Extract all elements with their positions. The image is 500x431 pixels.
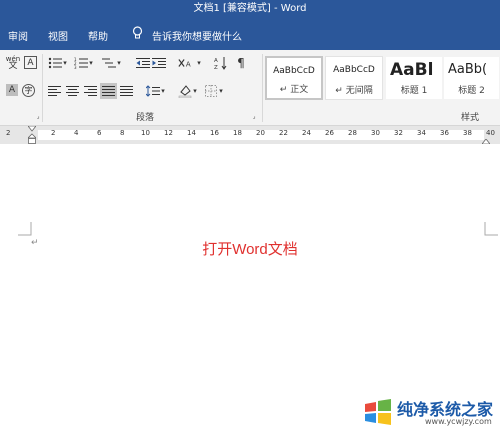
chevron-down-icon[interactable]: ▾ [196, 56, 202, 70]
chevron-down-icon[interactable]: ▾ [62, 56, 68, 70]
ruler-tick-label: 18 [233, 129, 242, 137]
style-sample: AaBl [390, 60, 434, 80]
show-hide-marks-icon[interactable]: ¶ [234, 56, 248, 70]
style-sample: AaBb( [448, 62, 488, 77]
ruler-tick-label: 30 [371, 129, 380, 137]
style-heading-1[interactable]: AaBl 标题 1 [385, 56, 443, 100]
increase-indent-icon[interactable] [152, 56, 166, 70]
ruler-tick-label: 32 [394, 129, 403, 137]
justify-icon [102, 86, 115, 97]
paragraph-dialog-launcher-icon[interactable]: ⌟ [250, 112, 258, 120]
svg-text:A: A [214, 58, 218, 64]
chinese-layout-icon[interactable]: A [178, 56, 192, 70]
decrease-indent-icon[interactable] [136, 56, 150, 70]
style-sample: AaBbCcD [333, 65, 375, 75]
ruler-tick-label: 6 [97, 129, 102, 137]
margin-corner-mark-left [18, 222, 32, 236]
watermark-url: www.ycwjzy.com [425, 417, 492, 426]
align-right-icon[interactable] [84, 86, 97, 97]
ruler-tick-label: 22 [279, 129, 288, 137]
style-sample: AaBbCcD [273, 66, 315, 76]
tab-review[interactable]: 审阅 [8, 28, 28, 43]
svg-text:Z: Z [214, 65, 218, 70]
document-page[interactable]: ↵ 打开Word文档 [0, 144, 500, 431]
sort-icon[interactable]: AZ [214, 56, 228, 70]
distributed-icon[interactable] [120, 86, 133, 97]
chevron-down-icon[interactable]: ▾ [218, 84, 224, 98]
chevron-down-icon[interactable]: ▾ [160, 84, 166, 98]
document-text[interactable]: 打开Word文档 [0, 238, 500, 259]
ruler-tick-label: 40 [486, 129, 495, 137]
ruler-tick-label: 34 [417, 129, 426, 137]
character-shading-icon[interactable]: A [6, 84, 18, 96]
tab-help[interactable]: 帮助 [88, 28, 108, 43]
enclose-character-icon[interactable]: 字 [22, 84, 35, 97]
style-name: 标题 2 [458, 86, 485, 96]
ruler-tick-label: 36 [440, 129, 449, 137]
character-border-icon[interactable]: A [24, 56, 37, 69]
ruler-tick-label: 14 [187, 129, 196, 137]
ruler-tick-label: 20 [256, 129, 265, 137]
ruler-tick-label: 26 [325, 129, 334, 137]
windows-logo-icon [365, 399, 391, 425]
first-line-indent-marker[interactable] [27, 125, 37, 144]
font-dialog-launcher-icon[interactable]: ⌟ [34, 112, 42, 120]
bullets-icon[interactable] [48, 56, 62, 70]
watermark-logo: 纯净系统之家 www.ycwjzy.com [359, 392, 500, 431]
borders-icon[interactable] [204, 84, 218, 98]
align-left-icon[interactable] [48, 86, 61, 97]
line-spacing-icon[interactable] [146, 84, 160, 98]
svg-text:3: 3 [74, 65, 77, 69]
svg-text:A: A [186, 61, 191, 69]
style-heading-2[interactable]: AaBb( 标题 2 [443, 56, 500, 100]
style-no-spacing[interactable]: AaBbCcD ↵ 无间隔 [325, 56, 383, 100]
tab-view[interactable]: 视图 [48, 28, 68, 43]
menu-bar: 审阅 视图 帮助 告诉我你想要做什么 [0, 18, 500, 50]
numbering-icon[interactable]: 123 [74, 56, 88, 70]
ruler-tick-label: 16 [210, 129, 219, 137]
style-name: ↵ 正文 [279, 85, 309, 95]
horizontal-ruler[interactable]: 2 2 4 6 8 10 12 14 16 18 20 22 24 26 28 … [0, 125, 500, 145]
group-separator [262, 54, 263, 122]
chevron-down-icon[interactable]: ▾ [116, 56, 122, 70]
title-bar: 文档1 [兼容模式] - Word [0, 0, 500, 18]
ruler-tick-label: 38 [463, 129, 472, 137]
chevron-down-icon[interactable]: ▾ [192, 84, 198, 98]
lightbulb-icon[interactable] [132, 26, 143, 43]
ruler-tick-label: 10 [141, 129, 150, 137]
tell-me-search[interactable]: 告诉我你想要做什么 [152, 28, 242, 43]
style-name: ↵ 无间隔 [335, 86, 373, 96]
ruler-tick-label: 28 [348, 129, 357, 137]
phonetic-big-text: 文 [8, 61, 18, 71]
multilevel-list-icon[interactable] [102, 56, 116, 70]
ruler-tick-label: 12 [164, 129, 173, 137]
ruler-tick-label: 8 [120, 129, 125, 137]
window-title: 文档1 [兼容模式] - Word [193, 3, 307, 14]
style-normal[interactable]: AaBbCcD ↵ 正文 [265, 56, 323, 100]
phonetic-guide-icon[interactable]: wén 文 [6, 56, 20, 71]
styles-group-label: 样式 [461, 113, 480, 123]
align-center-icon[interactable] [66, 86, 79, 97]
justify-button-selected[interactable] [100, 83, 117, 99]
paragraph-group-label: 段落 [136, 113, 155, 123]
ribbon: wén 文 A A 字 ▾ 123 ▾ ▾ A ▾ AZ ¶ ▾ ▾ ▾ 段落 … [0, 50, 500, 126]
group-separator [42, 54, 43, 122]
chevron-down-icon[interactable]: ▾ [88, 56, 94, 70]
ruler-tick-label: 4 [74, 129, 79, 137]
shading-icon[interactable] [178, 84, 192, 98]
ruler-tick-label: 2 [6, 129, 11, 137]
style-name: 标题 1 [400, 86, 428, 96]
margin-corner-mark-right [484, 222, 498, 236]
ruler-tick-label: 24 [302, 129, 311, 137]
ruler-tick-label: 2 [51, 129, 56, 137]
